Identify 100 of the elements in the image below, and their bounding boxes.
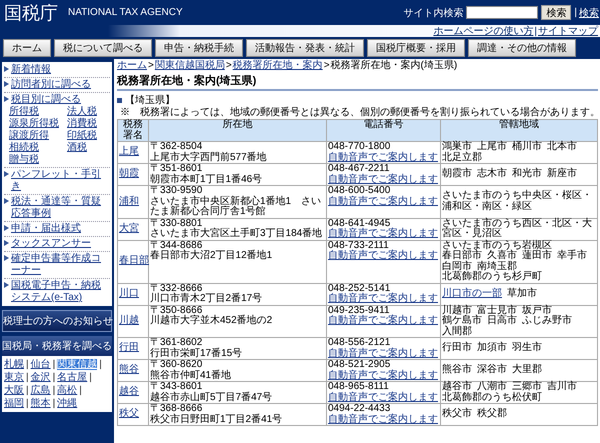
municipality-text: 熊谷市 bbox=[442, 365, 472, 376]
bureau-link[interactable]: 広島 bbox=[30, 385, 51, 396]
search-field[interactable] bbox=[466, 6, 538, 19]
municipality-text: ふじみ野市 bbox=[522, 316, 572, 326]
bureau-link[interactable]: 高松 bbox=[57, 385, 78, 396]
address-text: 行田市栄町17番15号 bbox=[150, 348, 244, 359]
nav-tab[interactable]: ホーム bbox=[3, 39, 51, 57]
tax-type-link[interactable]: 印紙税 bbox=[67, 130, 97, 142]
bureau-link[interactable]: 大阪 bbox=[4, 385, 24, 396]
bureau-link[interactable]: 福岡 bbox=[4, 398, 24, 409]
municipality-text: 日高市 bbox=[487, 316, 517, 326]
bureau-link[interactable]: 沖縄 bbox=[57, 398, 78, 409]
sidebar-link[interactable]: 確定申告書等作成コーナー bbox=[11, 253, 110, 277]
search-help-link[interactable]: 検索 bbox=[579, 6, 599, 20]
address-text: 川口市青木2丁目2番17号 bbox=[150, 294, 264, 304]
bureau-link[interactable]: 東京 bbox=[4, 372, 24, 383]
municipality-text: 新座市 bbox=[547, 169, 577, 180]
voice-guide-link[interactable]: 自動音声でご案内します bbox=[328, 228, 438, 239]
tax-type-link[interactable]: 贈与税 bbox=[9, 154, 59, 166]
separator: | bbox=[99, 359, 102, 370]
tax-type-link[interactable]: 譲渡所得 bbox=[9, 130, 59, 142]
column-header: 所在地 bbox=[148, 120, 326, 142]
bullet-icon bbox=[4, 255, 9, 261]
sidebar-link[interactable]: 国税電子申告・納税システム(e-Tax) bbox=[11, 280, 110, 304]
site-subtitle: NATIONAL TAX AGENCY bbox=[68, 7, 183, 18]
tax-type-link[interactable]: 所得税 bbox=[9, 106, 59, 118]
bureau-link[interactable]: 札幌 bbox=[4, 359, 24, 370]
area-link[interactable]: 川口市の一部 bbox=[442, 288, 502, 300]
breadcrumb-current: 税務署所在地・案内(埼玉県) bbox=[330, 60, 458, 71]
nav-tab[interactable]: 申告・納税手続 bbox=[155, 39, 243, 57]
bullet-icon bbox=[4, 171, 9, 177]
column-header: 電話番号 bbox=[326, 120, 440, 142]
phone-number: 0494-22-4433 bbox=[328, 404, 390, 414]
tax-type-link[interactable]: 相続税 bbox=[9, 142, 59, 154]
breadcrumb-link[interactable]: 税務署所在地・案内 bbox=[232, 60, 323, 71]
voice-guide-link[interactable]: 自動音声でご案内します bbox=[328, 370, 438, 380]
voice-guide-link[interactable]: 自動音声でご案内します bbox=[328, 250, 438, 261]
utility-link[interactable]: サイトマップ bbox=[538, 24, 598, 38]
separator: | bbox=[26, 359, 29, 370]
bullet-icon bbox=[4, 96, 9, 102]
nav-tab[interactable]: 活動報告・発表・統計 bbox=[246, 39, 364, 57]
breadcrumb-separator: > bbox=[148, 60, 154, 71]
voice-guide-link[interactable]: 自動音声でご案内します bbox=[328, 152, 438, 162]
bureau-link[interactable]: 金沢 bbox=[30, 372, 51, 383]
sidebar-link[interactable]: 新着情報 bbox=[11, 64, 51, 76]
column-header: 管轄地域 bbox=[440, 120, 598, 142]
sidebar-link[interactable]: 申請・届出様式 bbox=[11, 223, 81, 235]
municipality-text: 富士見市 bbox=[477, 306, 517, 316]
nav-tab[interactable]: 調達・その他の情報 bbox=[468, 39, 576, 57]
sidebar-link[interactable]: 訪問者別に調べる bbox=[11, 79, 91, 91]
sidebar-link[interactable]: タックスアンサー bbox=[11, 238, 91, 250]
municipality-text: 秩父郡 bbox=[477, 409, 507, 420]
site-logo[interactable]: 国税庁 bbox=[4, 0, 58, 24]
postal-code: 〒362-8504 bbox=[150, 142, 204, 152]
bureau-link[interactable]: 熊本 bbox=[30, 398, 51, 409]
voice-guide-link[interactable]: 自動音声でご案内します bbox=[328, 348, 438, 358]
voice-guide-link[interactable]: 自動音声でご案内します bbox=[328, 315, 438, 326]
nav-tab[interactable]: 税について調べる bbox=[54, 39, 152, 57]
breadcrumb-link[interactable]: 関東信越国税局 bbox=[154, 60, 225, 71]
municipality-text: 加須市 bbox=[477, 343, 507, 354]
bullet-icon bbox=[4, 225, 9, 231]
tax-type-link[interactable]: 源泉所得税 bbox=[9, 118, 59, 130]
breadcrumb-link[interactable]: ホーム bbox=[117, 60, 147, 71]
municipality-text: 北足立郡 bbox=[442, 152, 482, 163]
bureau-link[interactable]: 関東信越 bbox=[57, 359, 98, 370]
tax-type-link[interactable]: 酒税 bbox=[67, 142, 97, 154]
postal-code: 〒361-8602 bbox=[150, 338, 204, 348]
utility-link[interactable]: ホームページの使い方 bbox=[433, 24, 534, 38]
notice-button[interactable]: 税理士の方へのお知らせ bbox=[2, 310, 112, 332]
bureau-link[interactable]: 仙台 bbox=[30, 359, 51, 370]
municipality-text: 北葛飾郡のうち杉戸町 bbox=[442, 272, 542, 282]
bureau-link[interactable]: 名古屋 bbox=[57, 372, 88, 383]
voice-guide-link[interactable]: 自動音声でご案内します bbox=[328, 196, 438, 206]
search-button[interactable]: 検索 bbox=[541, 5, 572, 20]
sidebar-link[interactable]: 税目別に調べる bbox=[11, 94, 81, 106]
nav-tab[interactable]: 国税庁概要・採用 bbox=[367, 39, 465, 57]
municipality-text: 幸手市 bbox=[557, 251, 587, 262]
municipality-text: 鴻巣市 bbox=[442, 142, 472, 152]
municipality-text: 八潮市 bbox=[477, 382, 507, 392]
voice-guide-link[interactable]: 自動音声でご案内します bbox=[328, 174, 438, 184]
phone-number: 048-556-2121 bbox=[328, 338, 390, 348]
municipality-text: 大里郡 bbox=[512, 365, 542, 376]
voice-guide-link[interactable]: 自動音声でご案内します bbox=[328, 392, 438, 402]
separator: | bbox=[534, 26, 537, 36]
voice-guide-link[interactable]: 自動音声でご案内します bbox=[328, 293, 438, 304]
municipality-text: 吉川市 bbox=[547, 382, 577, 392]
municipality-text: 志木市 bbox=[477, 169, 507, 180]
municipality-text: 北葛飾郡のうち松伏町 bbox=[442, 392, 542, 403]
phone-number: 048-467-2211 bbox=[328, 164, 390, 174]
postal-code: 〒350-8666 bbox=[150, 306, 202, 316]
separator: | bbox=[26, 398, 29, 409]
sidebar-link[interactable]: 税法・通達等・質疑応答事例 bbox=[11, 196, 110, 220]
sidebar-link[interactable]: パンフレット・手引き bbox=[11, 169, 110, 193]
tax-type-link[interactable]: 消費税 bbox=[67, 118, 97, 130]
bullet-icon bbox=[4, 240, 9, 246]
separator: | bbox=[574, 7, 577, 18]
voice-guide-link[interactable]: 自動音声でご案内します bbox=[328, 414, 438, 424]
separator: | bbox=[89, 372, 92, 383]
municipality-text: 川越市 bbox=[442, 306, 472, 316]
tax-type-link[interactable]: 法人税 bbox=[67, 106, 97, 118]
